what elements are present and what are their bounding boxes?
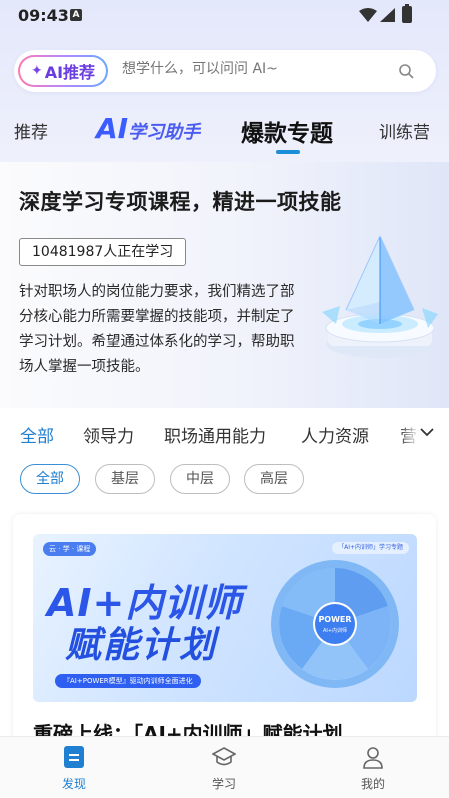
wheel-center-bottom: AI+内训师 (323, 627, 347, 634)
prism-illustration (322, 235, 438, 358)
sparkle-icon: ✦ (30, 63, 43, 79)
top-tabs: 推荐 AI学习助手 爆款专题 训练营 (0, 108, 449, 154)
search-input[interactable] (122, 61, 382, 77)
nav-me-label: 我的 (360, 777, 385, 791)
person-icon (363, 747, 383, 769)
level-middle[interactable]: 中层 (170, 464, 230, 494)
banner-description: 针对职场人的岗位能力要求，我们精选了部分核心能力所需要掌握的技能项，并制定了学习… (19, 284, 295, 375)
signal-icon (380, 8, 395, 22)
image-title-line2: 赋能计划 (65, 625, 218, 666)
active-tab-indicator (276, 150, 300, 154)
status-bar: 09:43 A (0, 0, 449, 30)
level-junior[interactable]: 基层 (95, 464, 155, 494)
ai-recommend-label: AI推荐 (44, 63, 96, 82)
wheel-center-top: POWER (318, 615, 351, 624)
power-wheel-graphic: POWER AI+内训师 (271, 560, 399, 688)
category-all[interactable]: 全部 (20, 422, 54, 447)
level-senior[interactable]: 高层 (244, 464, 304, 494)
category-hr[interactable]: 人力资源 (301, 422, 369, 447)
tab-hot-topics[interactable]: 爆款专题 (241, 114, 333, 148)
tab-ai-assistant[interactable]: AI学习助手 (96, 112, 200, 145)
nav-discover[interactable]: 发现 (34, 737, 114, 798)
tab-training-camp[interactable]: 训练营 (379, 118, 430, 143)
bottom-nav: 发现 学习 我的 (0, 736, 449, 798)
topic-card[interactable]: 云 · 学 · 课程 「AI+内训师」学习专题 AI+内训师 赋能计划 『AI+… (13, 514, 436, 754)
nav-discover-label: 发现 (61, 777, 86, 791)
tab-ai-small-label: 学习助手 (128, 122, 201, 143)
banner-title: 深度学习专项课程，精进一项技能 (19, 189, 342, 214)
battery-icon (402, 4, 412, 23)
graduation-cap-icon (212, 747, 236, 766)
nav-me[interactable]: 我的 (333, 737, 413, 798)
ai-recommend-button[interactable]: ✦ AI推荐 (18, 55, 108, 87)
level-all[interactable]: 全部 (20, 464, 80, 494)
chevron-down-icon[interactable] (419, 424, 435, 440)
category-general-skills[interactable]: 职场通用能力 (164, 422, 266, 447)
status-time: 09:43 (18, 6, 69, 25)
topic-banner: 深度学习专项课程，精进一项技能 10481987人正在学习 针对职场人的岗位能力… (0, 162, 449, 408)
nav-learn[interactable]: 学习 (184, 737, 264, 798)
tab-ai-big-label: AI (96, 112, 129, 145)
topic-card-image: 云 · 学 · 课程 「AI+内训师」学习专题 AI+内训师 赋能计划 『AI+… (33, 534, 417, 702)
learner-count-badge: 10481987人正在学习 (19, 238, 187, 266)
topic-list: 云 · 学 · 课程 「AI+内训师」学习专题 AI+内训师 赋能计划 『AI+… (0, 514, 449, 754)
category-leadership[interactable]: 领导力 (83, 422, 134, 447)
image-tag: 云 · 学 · 课程 (43, 542, 97, 556)
nav-learn-label: 学习 (211, 777, 236, 791)
image-subtitle: 『AI+POWER模型』驱动内训师全面进化 (55, 674, 201, 688)
wifi-icon (359, 8, 377, 22)
discover-icon (64, 746, 84, 768)
search-icon[interactable] (398, 63, 414, 79)
image-label: 「AI+内训师」学习专题 (332, 542, 409, 554)
a-icon: A (70, 9, 82, 21)
search-bar[interactable]: ✦ AI推荐 (14, 50, 436, 92)
tab-recommend[interactable]: 推荐 (14, 118, 48, 143)
category-tabs: 全部 领导力 职场通用能力 人力资源 营销 (0, 408, 449, 458)
level-filters: 全部 基层 中层 高层 (0, 458, 449, 514)
